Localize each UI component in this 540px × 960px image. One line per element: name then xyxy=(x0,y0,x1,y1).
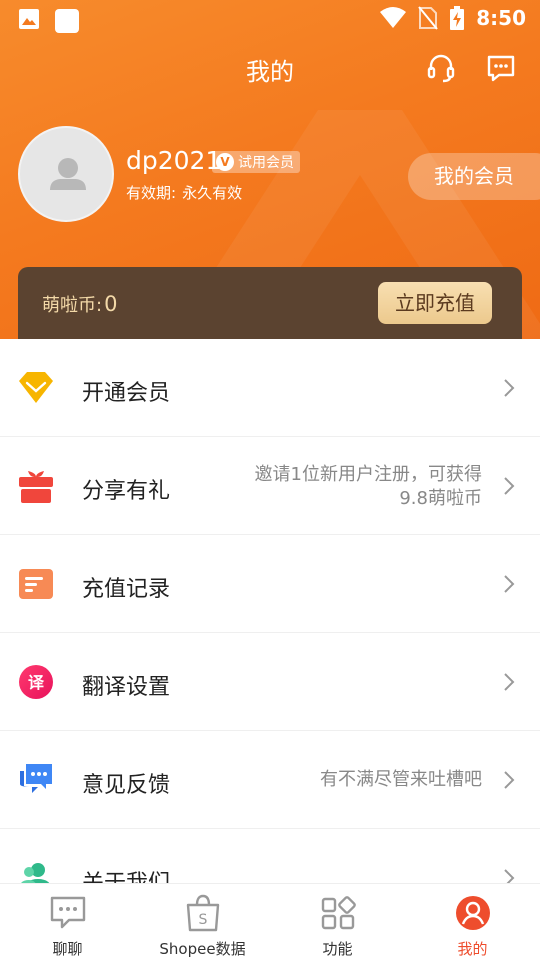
bottom-tab-bar: 聊聊 S Shopee数据 功能 我的 xyxy=(0,883,540,960)
svg-text:译: 译 xyxy=(28,673,45,692)
message-icon[interactable] xyxy=(485,52,517,84)
no-sim-icon xyxy=(418,6,439,30)
menu-item-recharge-history[interactable]: 充值记录 xyxy=(0,535,540,633)
grid-icon xyxy=(321,896,356,930)
wifi-icon xyxy=(380,7,407,28)
default-user-icon xyxy=(50,158,86,190)
recharge-button[interactable]: 立即充值 xyxy=(378,282,492,324)
chat-icon xyxy=(50,896,85,929)
menu-label: 分享有礼 xyxy=(82,479,171,504)
coin-balance-card: 萌啦币: 0 立即充值 xyxy=(18,267,522,345)
coin-label: 萌啦币: xyxy=(42,295,103,316)
avatar[interactable] xyxy=(18,126,114,222)
status-time: 8:50 xyxy=(476,6,526,30)
menu-list: 开通会员 分享有礼 邀请1位新用户注册，可获得 9.8萌啦币 充值记录 译 翻译… xyxy=(0,339,540,927)
profile-header: 8:50 我的 dp2021 V 试用会员 有效期: 永久有效 我的会员 萌啦币… xyxy=(0,0,540,345)
menu-item-share[interactable]: 分享有礼 邀请1位新用户注册，可获得 9.8萌啦币 xyxy=(0,437,540,535)
translate-icon: 译 xyxy=(19,665,53,699)
menu-item-membership[interactable]: 开通会员 xyxy=(0,339,540,437)
menu-label: 意见反馈 xyxy=(82,773,171,798)
tab-mine[interactable]: 我的 xyxy=(405,884,540,960)
validity-label: 有效期: xyxy=(126,184,177,202)
badge-label: 试用会员 xyxy=(238,155,294,171)
tab-functions[interactable]: 功能 xyxy=(270,884,405,960)
menu-label: 翻译设置 xyxy=(82,675,171,700)
page-title: 我的 xyxy=(246,58,294,86)
feedback-icon xyxy=(20,764,52,793)
menu-label: 开通会员 xyxy=(82,381,171,406)
coin-balance: 萌啦币: 0 xyxy=(42,291,117,317)
my-membership-button[interactable]: 我的会员 xyxy=(408,153,540,200)
record-icon xyxy=(19,569,53,599)
chevron-right-icon xyxy=(504,673,515,691)
feedback-hint: 有不满尽管来吐槽吧 xyxy=(320,769,482,790)
gift-icon xyxy=(19,471,53,503)
gallery-notification-icon xyxy=(19,9,39,29)
status-bar: 8:50 xyxy=(0,0,540,38)
share-reward-hint: 邀请1位新用户注册，可获得 9.8萌啦币 xyxy=(255,463,482,511)
validity-info: 有效期: 永久有效 xyxy=(126,182,242,203)
coin-value: 0 xyxy=(104,292,118,316)
validity-value: 永久有效 xyxy=(182,184,243,202)
customer-service-icon[interactable] xyxy=(425,52,457,84)
diamond-icon xyxy=(19,372,53,403)
chevron-right-icon xyxy=(504,477,515,495)
chevron-right-icon xyxy=(504,575,515,593)
app-notification-icon xyxy=(55,9,79,33)
tab-chat[interactable]: 聊聊 xyxy=(0,884,135,960)
chevron-right-icon xyxy=(504,771,515,789)
profile-icon xyxy=(455,896,490,930)
share-hint-line2: 9.8萌啦币 xyxy=(399,488,482,509)
tab-shopee-data[interactable]: S Shopee数据 xyxy=(135,884,270,960)
tab-label: 功能 xyxy=(322,940,353,958)
menu-item-feedback[interactable]: 意见反馈 有不满尽管来吐槽吧 xyxy=(0,731,540,829)
menu-item-translation-settings[interactable]: 译 翻译设置 xyxy=(0,633,540,731)
tab-label: 我的 xyxy=(457,940,488,958)
shopee-bag-icon: S xyxy=(186,894,219,932)
chevron-right-icon xyxy=(504,379,515,397)
svg-text:S: S xyxy=(198,912,207,928)
username: dp2021 xyxy=(126,146,222,175)
menu-label: 充值记录 xyxy=(82,577,171,602)
battery-charging-icon xyxy=(450,6,465,30)
vip-v-icon: V xyxy=(216,153,234,171)
tab-label: 聊聊 xyxy=(52,940,83,958)
share-hint-line1: 邀请1位新用户注册，可获得 xyxy=(254,464,482,485)
tab-label: Shopee数据 xyxy=(159,940,246,958)
trial-member-badge: V 试用会员 xyxy=(212,151,300,173)
